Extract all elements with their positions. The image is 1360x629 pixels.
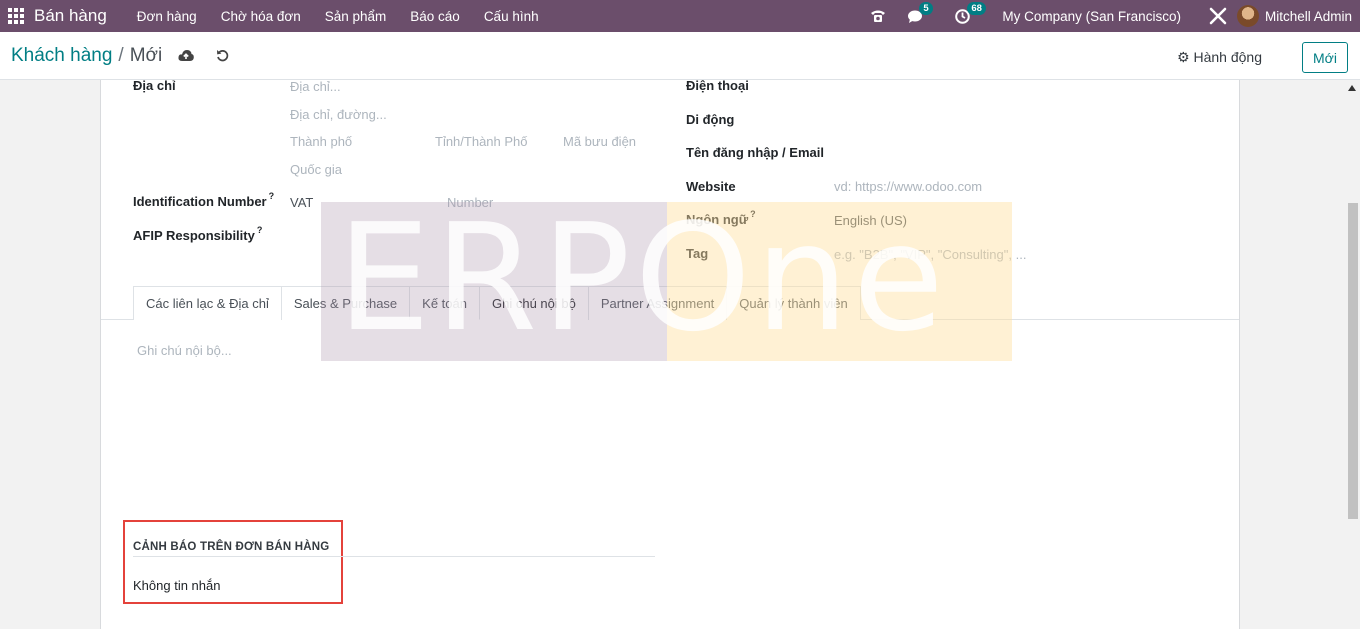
tab-partner-assignment[interactable]: Partner Assignment [587,286,728,320]
address-label: Địa chỉ [133,78,176,93]
tools-icon[interactable] [1209,7,1227,25]
scrollbar-thumb[interactable] [1348,203,1358,519]
chat-icon[interactable]: 5 [907,1,933,24]
menu-reporting[interactable]: Báo cáo [410,9,460,24]
activities-badge: 68 [967,1,986,15]
tag-label: Tag [686,246,709,261]
tab-contacts-addresses[interactable]: Các liên lạc & Địa chỉ [133,286,282,320]
sale-warning-select[interactable]: Không tin nhắn [133,578,220,593]
zip-input[interactable]: Mã bưu điện [563,134,636,149]
clock-icon[interactable]: 68 [955,1,986,24]
afip-responsibility-label: AFIP Responsibility? [133,225,263,243]
website-label: Website [686,179,736,194]
sale-warning-title: CẢNH BÁO TRÊN ĐƠN BÁN HÀNG [133,541,330,553]
menu-configuration[interactable]: Cấu hình [484,9,539,24]
tab-sales-purchase[interactable]: Sales & Purchase [280,286,411,320]
menu-orders[interactable]: Đơn hàng [137,9,197,24]
menu-to-invoice[interactable]: Chờ hóa đơn [221,9,301,24]
identification-number-label: Identification Number? [133,191,275,209]
scroll-up-arrow[interactable] [1348,85,1356,91]
user-menu[interactable]: Mitchell Admin [1265,9,1352,24]
discard-button[interactable] [216,49,229,62]
website-input[interactable]: vd: https://www.odoo.com [834,179,982,194]
internal-notes-editor[interactable]: Ghi chú nội bộ... [137,343,232,358]
breadcrumb-current: Mới [129,44,163,66]
language-label: Ngôn ngữ? [686,209,756,227]
cloud-upload-icon [178,50,195,61]
mobile-label: Di động [686,112,735,127]
phone-icon[interactable] [869,8,887,24]
apps-menu-button[interactable] [2,0,30,32]
app-brand[interactable]: Bán hàng [34,6,107,26]
help-tooltip[interactable]: ? [269,191,275,201]
save-button[interactable] [178,49,195,62]
tab-accounting[interactable]: Kế toán [409,286,480,320]
new-button[interactable]: Mới [1302,42,1348,73]
tag-input[interactable]: e.g. "B2B", "VIP", "Consulting", ... [834,247,1026,262]
street-input[interactable]: Địa chỉ... [290,79,341,94]
identification-number-input[interactable]: Number [447,195,493,210]
state-input[interactable]: Tỉnh/Thành Phố [435,134,528,149]
apps-grid-icon [8,8,24,24]
sale-warning-divider [133,556,655,557]
undo-icon [217,50,229,62]
login-email-label: Tên đăng nhập / Email [686,145,824,160]
notebook-tabs: Các liên lạc & Địa chỉ Sales & Purchase … [133,286,861,320]
actions-menu[interactable]: ⚙ Hành động [1177,49,1262,66]
breadcrumb: Khách hàng / Mới [11,45,162,67]
company-switcher[interactable]: My Company (San Francisco) [1002,9,1181,24]
city-input[interactable]: Thành phố [290,134,352,149]
street2-input[interactable]: Địa chỉ, đường... [290,107,387,122]
messages-badge: 5 [919,1,933,15]
language-select[interactable]: English (US) [834,213,907,228]
breadcrumb-customers-link[interactable]: Khách hàng [11,45,112,66]
tab-internal-notes[interactable]: Ghi chú nội bộ [479,286,589,320]
menu-products[interactable]: Sản phẩm [325,9,387,24]
breadcrumb-separator: / [118,44,124,66]
help-tooltip[interactable]: ? [257,225,263,235]
actions-label: Hành động [1193,49,1262,65]
identification-type-select[interactable]: VAT [290,195,313,210]
phone-label: Điện thoại [686,78,749,93]
form-sheet: Địa chỉ Địa chỉ... Địa chỉ, đường... Thà… [100,78,1240,629]
avatar[interactable] [1236,5,1259,27]
top-navbar: Bán hàng Đơn hàng Chờ hóa đơn Sản phẩm B… [0,0,1360,32]
help-tooltip[interactable]: ? [750,209,756,219]
country-input[interactable]: Quốc gia [290,162,342,177]
gear-icon: ⚙ [1177,49,1190,65]
control-panel: Khách hàng / Mới ⚙ Hành động Mới [0,32,1360,80]
tab-membership[interactable]: Quản lý thành viên [726,286,861,320]
